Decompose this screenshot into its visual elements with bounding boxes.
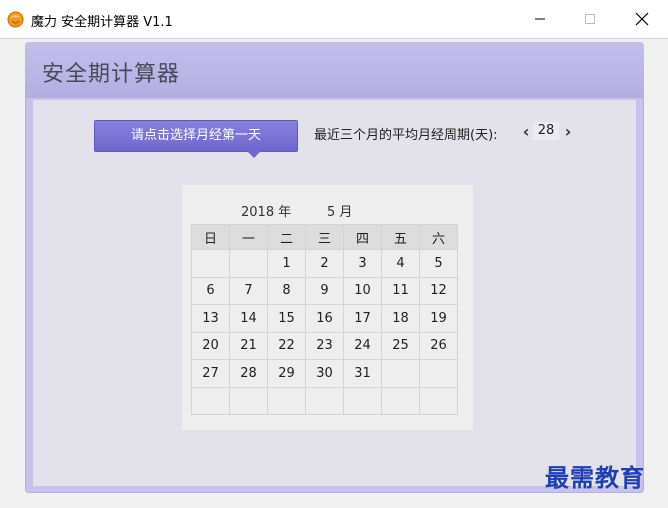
window-titlebar: 魔力 安全期计算器 V1.1 (0, 0, 668, 39)
day-cell[interactable] (229, 386, 268, 415)
day-cell[interactable]: 7 (229, 276, 268, 305)
cycle-label: 最近三个月的平均月经周期(天): (314, 128, 498, 143)
minimize-button[interactable] (516, 0, 564, 38)
cycle-value: 28 (533, 122, 559, 140)
close-button[interactable] (618, 0, 666, 38)
day-cell[interactable]: 21 (229, 331, 268, 360)
app-logo-icon (7, 11, 24, 28)
minimize-icon (534, 13, 546, 25)
day-cell[interactable]: 12 (419, 276, 458, 305)
day-cell[interactable]: 8 (267, 276, 306, 305)
day-cell[interactable]: 10 (343, 276, 382, 305)
app-heading: 安全期计算器 (42, 62, 181, 87)
day-cell[interactable]: 3 (343, 249, 382, 278)
day-cell[interactable] (229, 249, 268, 278)
calendar-week-row: 27 28 29 30 31 (191, 359, 458, 388)
day-cell[interactable] (191, 249, 230, 278)
day-cell[interactable]: 19 (419, 304, 458, 333)
cycle-decrease-button[interactable]: ‹ (519, 123, 533, 141)
day-cell[interactable] (419, 386, 458, 415)
calendar-week-row: 20 21 22 23 24 25 26 (191, 331, 458, 360)
calendar-week-row: 1 2 3 4 5 (191, 249, 458, 278)
day-cell[interactable]: 30 (305, 359, 344, 388)
day-cell[interactable]: 9 (305, 276, 344, 305)
app-frame: 安全期计算器 请点击选择月经第一天 最近三个月的平均月经周期(天): ‹ 28 … (25, 42, 644, 493)
day-cell[interactable]: 6 (191, 276, 230, 305)
day-cell[interactable]: 1 (267, 249, 306, 278)
cycle-increase-button[interactable]: › (561, 123, 575, 141)
day-cell[interactable]: 31 (343, 359, 382, 388)
app-header: 安全期计算器 (25, 42, 644, 98)
day-cell[interactable]: 25 (381, 331, 420, 360)
calendar-year: 2018 年 (241, 205, 292, 220)
calendar-week-row (191, 386, 458, 415)
day-cell[interactable]: 23 (305, 331, 344, 360)
window-title: 魔力 安全期计算器 V1.1 (31, 15, 173, 30)
close-icon (635, 12, 649, 26)
select-first-day-button[interactable]: 请点击选择月经第一天 (94, 120, 298, 158)
weekday-header: 日 (191, 224, 230, 250)
day-cell[interactable] (381, 359, 420, 388)
day-cell[interactable] (191, 386, 230, 415)
day-cell[interactable]: 2 (305, 249, 344, 278)
weekday-header: 五 (381, 224, 420, 250)
day-cell[interactable]: 29 (267, 359, 306, 388)
day-cell[interactable]: 20 (191, 331, 230, 360)
day-cell[interactable] (419, 359, 458, 388)
day-cell[interactable]: 24 (343, 331, 382, 360)
calendar-grid: 日 一 二 三 四 五 六 1 2 3 4 5 6 7 8 9 10 11 12… (191, 224, 458, 415)
day-cell[interactable]: 26 (419, 331, 458, 360)
day-cell[interactable] (381, 386, 420, 415)
main-panel: 请点击选择月经第一天 最近三个月的平均月经周期(天): ‹ 28 › 2018 … (33, 100, 636, 486)
weekday-header: 六 (419, 224, 458, 250)
day-cell[interactable]: 11 (381, 276, 420, 305)
day-cell[interactable] (343, 386, 382, 415)
day-cell[interactable]: 27 (191, 359, 230, 388)
day-cell[interactable]: 17 (343, 304, 382, 333)
day-cell[interactable] (305, 386, 344, 415)
day-cell[interactable]: 5 (419, 249, 458, 278)
day-cell[interactable] (267, 386, 306, 415)
day-cell[interactable]: 15 (267, 304, 306, 333)
day-cell[interactable]: 18 (381, 304, 420, 333)
calendar-month: 5 月 (327, 205, 353, 220)
maximize-button[interactable] (566, 0, 614, 38)
day-cell[interactable]: 4 (381, 249, 420, 278)
weekday-header: 一 (229, 224, 268, 250)
day-cell[interactable]: 22 (267, 331, 306, 360)
weekday-header: 四 (343, 224, 382, 250)
watermark-text: 最需教育 (545, 463, 645, 492)
weekday-header: 三 (305, 224, 344, 250)
day-cell[interactable]: 28 (229, 359, 268, 388)
maximize-icon (584, 13, 596, 25)
calendar: 2018 年 5 月 日 一 二 三 四 五 六 1 2 3 4 5 6 7 8… (182, 185, 473, 430)
weekday-header-row: 日 一 二 三 四 五 六 (191, 224, 458, 250)
day-cell[interactable]: 13 (191, 304, 230, 333)
day-cell[interactable]: 16 (305, 304, 344, 333)
weekday-header: 二 (267, 224, 306, 250)
day-cell[interactable]: 14 (229, 304, 268, 333)
calendar-week-row: 6 7 8 9 10 11 12 (191, 276, 458, 305)
calendar-week-row: 13 14 15 16 17 18 19 (191, 304, 458, 333)
